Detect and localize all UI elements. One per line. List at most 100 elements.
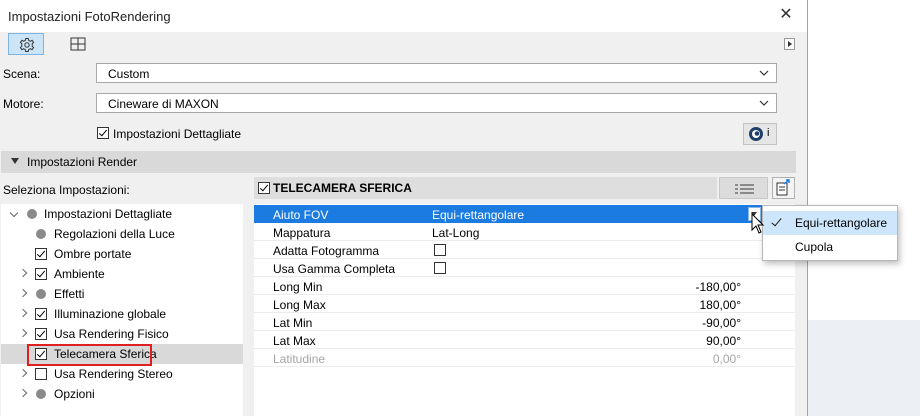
expand-closed-icon[interactable] [18, 268, 28, 278]
tree-item-effects[interactable]: Effetti [1, 284, 243, 304]
export-document-icon [776, 179, 790, 196]
tree-item-label: Ambiente [54, 267, 105, 281]
export-settings-button[interactable] [772, 177, 795, 199]
property-key: Latitudine [273, 352, 326, 366]
settings-gear-icon [19, 38, 35, 52]
engine-select[interactable]: Cineware di MAXON [96, 93, 777, 113]
property-key: Lat Max [273, 334, 316, 348]
tree-item-label: Opzioni [54, 387, 95, 401]
property-number[interactable]: 180,00° [699, 298, 741, 312]
tree-item-label: Usa Rendering Fisico [54, 327, 169, 341]
info-glyph: i [767, 127, 770, 139]
tree-item-stereo-rendering[interactable]: Usa Rendering Stereo [1, 364, 243, 384]
property-row-long-max[interactable]: Long Max 180,00° [254, 295, 795, 313]
toolbar-overflow-button[interactable] [784, 38, 795, 50]
current-settings-header: TELECAMERA SFERICA [254, 177, 717, 199]
tree-item-label: Regolazioni della Luce [54, 227, 175, 241]
menu-item-equirectangular[interactable]: Equi-rettangolare [763, 211, 897, 235]
section-title: Impostazioni Render [27, 155, 138, 169]
property-number[interactable]: 90,00° [706, 334, 741, 348]
photorendering-settings-window: Impostazioni FotoRendering ✕ Scena: Cust… [0, 0, 808, 416]
menu-item-dome[interactable]: Cupola [763, 235, 897, 259]
tree-item-label: Ombre portate [54, 247, 132, 261]
property-number[interactable]: -180,00° [696, 280, 742, 294]
tree-item-detailed-settings[interactable]: Impostazioni Dettagliate [1, 204, 243, 224]
property-row-lat-max[interactable]: Lat Max 90,00° [254, 331, 795, 349]
property-key: Long Max [273, 298, 326, 312]
detailed-settings-checkbox[interactable] [97, 127, 109, 139]
render-settings-section-header[interactable]: Impostazioni Render [1, 151, 796, 173]
chevron-down-icon [759, 70, 769, 76]
settings-tab-button[interactable] [8, 33, 44, 55]
property-key: Lat Min [273, 316, 313, 330]
tree-item-physical-rendering[interactable]: Usa Rendering Fisico [1, 324, 243, 344]
scene-label: Scena: [3, 67, 41, 81]
expand-closed-icon[interactable] [18, 328, 28, 338]
tree-item-label: Illuminazione globale [54, 307, 167, 321]
tree-item-global-illumination[interactable]: Illuminazione globale [1, 304, 243, 324]
desktop-background-panel [808, 320, 920, 416]
expand-open-icon [9, 208, 19, 218]
property-number: 0,00° [712, 352, 741, 366]
tree-item-checkbox[interactable] [35, 328, 47, 340]
tree-item-label: Impostazioni Dettagliate [44, 207, 173, 221]
property-key: Long Min [273, 280, 323, 294]
collapse-triangle-icon [11, 158, 19, 164]
property-row-latitude: Latitudine 0,00° [254, 349, 795, 367]
fit-frame-checkbox[interactable] [434, 244, 446, 256]
settings-tree: Impostazioni Dettagliate Regolazioni del… [1, 204, 243, 416]
property-row-mapping[interactable]: Mappatura Lat-Long [254, 223, 795, 241]
tree-item-shadows[interactable]: Ombre portate [1, 244, 243, 264]
property-row-fit-frame[interactable]: Adatta Fotogramma [254, 241, 795, 259]
expand-closed-icon[interactable] [18, 308, 28, 318]
full-range-checkbox[interactable] [434, 262, 446, 274]
selection-highlight-frame [27, 344, 152, 366]
expand-closed-icon[interactable] [18, 288, 28, 298]
list-icon [735, 184, 754, 194]
status-dot-icon [36, 389, 46, 399]
engine-value: Cineware di MAXON [108, 97, 219, 111]
current-settings-checkbox[interactable] [258, 182, 270, 194]
engine-label: Motore: [3, 97, 44, 111]
size-tab-button[interactable] [60, 33, 96, 55]
detailed-settings-label: Impostazioni Dettagliate [113, 127, 242, 141]
property-key: Adatta Fotogramma [273, 244, 380, 258]
mouse-cursor-icon [751, 213, 765, 234]
list-view-button[interactable] [719, 177, 768, 199]
tree-item-checkbox[interactable] [35, 248, 47, 260]
property-key: Mappatura [273, 226, 331, 240]
expand-closed-icon[interactable] [18, 388, 28, 398]
property-key: Usa Gamma Completa [273, 262, 396, 276]
property-number[interactable]: -90,00° [702, 316, 741, 330]
checkmark-icon [771, 215, 782, 227]
property-row-full-range[interactable]: Usa Gamma Completa [254, 259, 795, 277]
property-key: Aiuto FOV [273, 208, 329, 222]
cinema4d-info-icon [749, 127, 763, 141]
scene-select[interactable]: Custom [96, 63, 777, 83]
tree-item-light-adjustments[interactable]: Regolazioni della Luce [1, 224, 243, 244]
expand-closed-icon[interactable] [18, 368, 28, 378]
scene-value: Custom [108, 67, 150, 81]
tree-item-options[interactable]: Opzioni [1, 384, 243, 404]
tree-item-checkbox[interactable] [35, 308, 47, 320]
property-row-fov-helper[interactable]: Aiuto FOV Equi-rettangolare [254, 205, 795, 223]
select-settings-label: Seleziona Impostazioni: [3, 183, 130, 197]
tree-item-label: Usa Rendering Stereo [54, 367, 173, 381]
status-dot-icon [27, 209, 37, 219]
status-dot-icon [36, 229, 46, 239]
property-row-long-min[interactable]: Long Min -180,00° [254, 277, 795, 295]
menu-item-label: Cupola [795, 240, 834, 254]
status-dot-icon [36, 289, 46, 299]
property-value: Lat-Long [432, 226, 480, 240]
toolbar [0, 32, 807, 58]
property-row-lat-min[interactable]: Lat Min -90,00° [254, 313, 795, 331]
tree-item-environment[interactable]: Ambiente [1, 264, 243, 284]
tree-item-label: Effetti [54, 287, 85, 301]
scroll-right-icon [788, 41, 792, 47]
close-button[interactable]: ✕ [772, 2, 800, 28]
grid-view-icon [70, 37, 86, 51]
tree-item-checkbox[interactable] [35, 368, 47, 380]
tree-item-checkbox[interactable] [35, 268, 47, 280]
property-value: Equi-rettangolare [432, 208, 525, 222]
engine-info-button[interactable]: i [743, 123, 777, 145]
